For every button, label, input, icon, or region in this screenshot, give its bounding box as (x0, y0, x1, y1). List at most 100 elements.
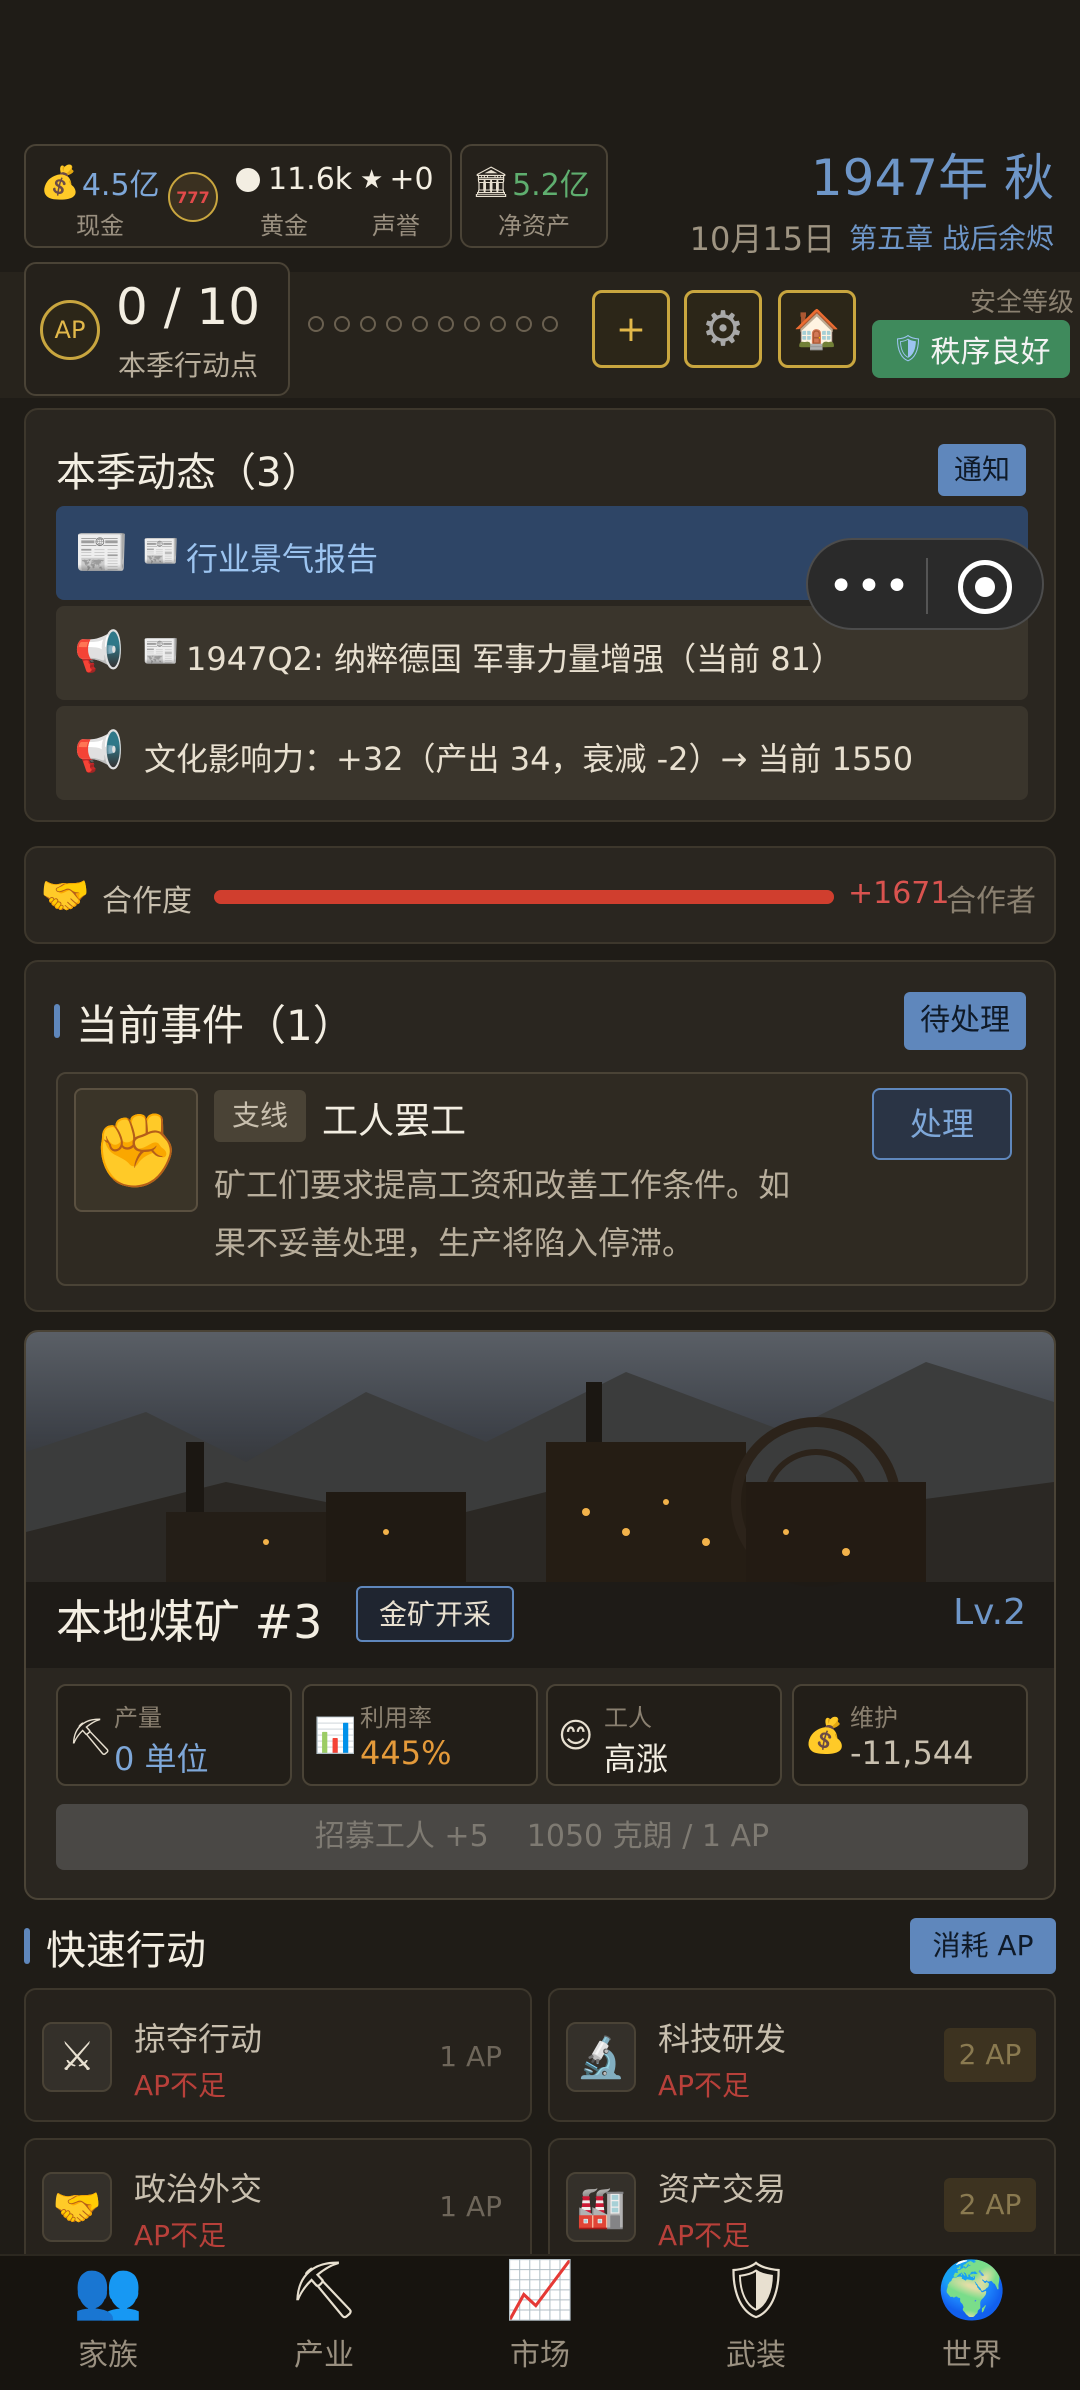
cooperation-value: +1671 (848, 876, 950, 911)
mine-name: 本地煤矿 #3 (56, 1595, 323, 1649)
reputation-value: +0 (389, 162, 434, 197)
cooperation-bar-fill (214, 890, 834, 904)
cash-stat: 💰 4.5亿 (40, 160, 160, 204)
event-row-3[interactable]: 📢 文化影响力：+32（产出 34，衰减 -2）→ 当前 1550 (56, 706, 1028, 800)
stat-utilization: 📊 利用率 445% (302, 1684, 538, 1786)
ap-dot (334, 316, 350, 332)
current-events-title: 当前事件（1） (76, 1001, 355, 1050)
handle-event-button[interactable]: 处理 (872, 1088, 1012, 1160)
handshake-icon: 🤝 (40, 873, 90, 919)
cost-ap-button[interactable]: 消耗 AP (910, 1918, 1056, 1974)
newspaper-icon: 📰 (74, 527, 129, 578)
quick-action-name: 科技研发 (658, 2020, 787, 2058)
settings-button[interactable]: ⚙ (684, 290, 762, 368)
pickaxe-icon: ⛏ (288, 2258, 360, 2323)
ap-dot (542, 316, 558, 332)
nav-label: 世界 (942, 2338, 1002, 2373)
cooperation-bar-track (214, 890, 834, 904)
more-button[interactable]: ••• (828, 558, 912, 614)
nav-label: 家族 (78, 2338, 138, 2373)
net-assets-value: 5.2亿 (512, 168, 590, 203)
stat-workers-label: 工人 (604, 1704, 652, 1732)
ap-dot (412, 316, 428, 332)
nav-item-market[interactable]: 📈 市场 (432, 2258, 648, 2374)
quick-action-cost: 1 AP (439, 2190, 502, 2223)
shield-icon: 🛡 (720, 2258, 792, 2323)
quick-action-status: AP不足 (134, 2219, 227, 2252)
gear-icon: ⚙ (701, 301, 745, 357)
nav-item-family[interactable]: 👥 家族 (0, 2258, 216, 2374)
close-mini-program-button[interactable] (958, 560, 1012, 614)
family-icon: 👥 (73, 2258, 143, 2323)
ap-dot (516, 316, 532, 332)
slot-machine-icon: 777 (168, 172, 218, 222)
event-title: 工人罢工 (322, 1101, 467, 1142)
quick-action-trade[interactable]: 🏭 资产交易 AP不足 2 AP (548, 2138, 1056, 2272)
bank-icon: 🏛 (472, 164, 511, 200)
home-button[interactable]: 🏠 (778, 290, 856, 368)
quick-action-name: 资产交易 (658, 2170, 787, 2208)
plus-icon: + (615, 308, 647, 350)
money-bag-icon: 💰 (40, 163, 80, 201)
stat-utilization-label: 利用率 (360, 1704, 432, 1732)
stat-maintenance-value: -11,544 (850, 1734, 974, 1772)
pending-button[interactable]: 待处理 (904, 992, 1026, 1050)
chart-up-icon: 📈 (505, 2258, 575, 2323)
quick-action-research[interactable]: 🔬 科技研发 AP不足 2 AP (548, 1988, 1056, 2122)
megaphone-icon: 📢 (74, 729, 124, 775)
net-assets-label: 净资产 (498, 212, 570, 240)
quick-action-name: 掠夺行动 (134, 2020, 263, 2058)
recruit-workers-button[interactable]: 招募工人 +5 1050 克朗 / 1 AP (56, 1804, 1028, 1870)
megaphone-icon: 📢 (74, 629, 124, 675)
nav-item-world[interactable]: 🌍 世界 (864, 2258, 1080, 2374)
star-icon: ★ (360, 164, 384, 195)
ap-value: 0 / 10 (116, 278, 261, 336)
stat-workers: 😊 工人 高涨 (546, 1684, 782, 1786)
quick-action-diplomacy[interactable]: 🤝 政治外交 AP不足 1 AP (24, 2138, 532, 2272)
handshake-icon: 🤝 (42, 2172, 112, 2242)
event-card: ✊ 支线 工人罢工 矿工们要求提高工资和改善工作条件。如 果不妥善处理，生产将陷… (56, 1072, 1028, 1286)
security-badge: 🛡 秩序良好 (872, 320, 1070, 378)
stat-utilization-value: 445% (360, 1734, 452, 1772)
stat-output-label: 产量 (114, 1704, 162, 1732)
event-description-line1: 矿工们要求提高工资和改善工作条件。如 (214, 1166, 791, 1204)
nav-item-industry[interactable]: ⛏ 产业 (216, 2258, 432, 2374)
date-line: 10月15日 第五章 战后余烬 (690, 214, 1054, 260)
quick-action-cost: 2 AP (944, 2028, 1036, 2082)
quick-action-loot[interactable]: ⚔ 掠夺行动 AP不足 1 AP (24, 1988, 532, 2122)
nav-item-military[interactable]: 🛡 武装 (648, 2258, 864, 2374)
more-dots-icon: ••• (828, 560, 912, 612)
reputation-stat: ★ +0 (360, 162, 434, 197)
mine-type-tag: 金矿开采 (356, 1586, 514, 1642)
security-value: 秩序良好 (930, 335, 1051, 370)
money-bag-icon: 💰 (804, 1716, 847, 1756)
current-events-panel: 当前事件（1） 待处理 ✊ 支线 工人罢工 矿工们要求提高工资和改善工作条件。如… (24, 960, 1056, 1312)
gold-circle-icon (236, 167, 260, 192)
quick-action-status: AP不足 (658, 2219, 751, 2252)
newspaper-small-icon: 📰 (142, 634, 180, 669)
event-text-2: 1947Q2: 纳粹德国 军事力量增强（当前 81） (186, 640, 844, 678)
nav-label: 武装 (726, 2338, 786, 2373)
title-accent-bar (54, 1004, 60, 1038)
ap-dot (308, 316, 324, 332)
quick-action-status: AP不足 (658, 2069, 751, 2102)
date-small: 10月15日 (689, 220, 836, 258)
cooperation-right-label: 合作者 (946, 884, 1036, 919)
cash-value: 4.5亿 (81, 168, 160, 203)
stat-maintenance-label: 维护 (850, 1704, 898, 1732)
season-events-title: 本季动态（3） (56, 450, 322, 496)
cooperation-panel: 🤝 合作度 +1671 合作者 (24, 846, 1056, 944)
ap-dots (308, 316, 558, 332)
stat-output: ⛏ 产量 0 单位 (56, 1684, 292, 1786)
gold-label: 黄金 (260, 212, 308, 240)
notify-button[interactable]: 通知 (938, 444, 1026, 496)
add-button[interactable]: + (592, 290, 670, 368)
stat-output-value: 0 单位 (114, 1740, 209, 1778)
quick-action-cost: 1 AP (439, 2040, 502, 2073)
ap-badge-icon: AP (40, 300, 100, 360)
ap-dot (464, 316, 480, 332)
ap-panel: AP 0 / 10 本季行动点 (24, 262, 290, 396)
quick-actions-title: 快速行动 (46, 1928, 206, 1974)
target-icon (975, 577, 995, 597)
ap-dot (490, 316, 506, 332)
